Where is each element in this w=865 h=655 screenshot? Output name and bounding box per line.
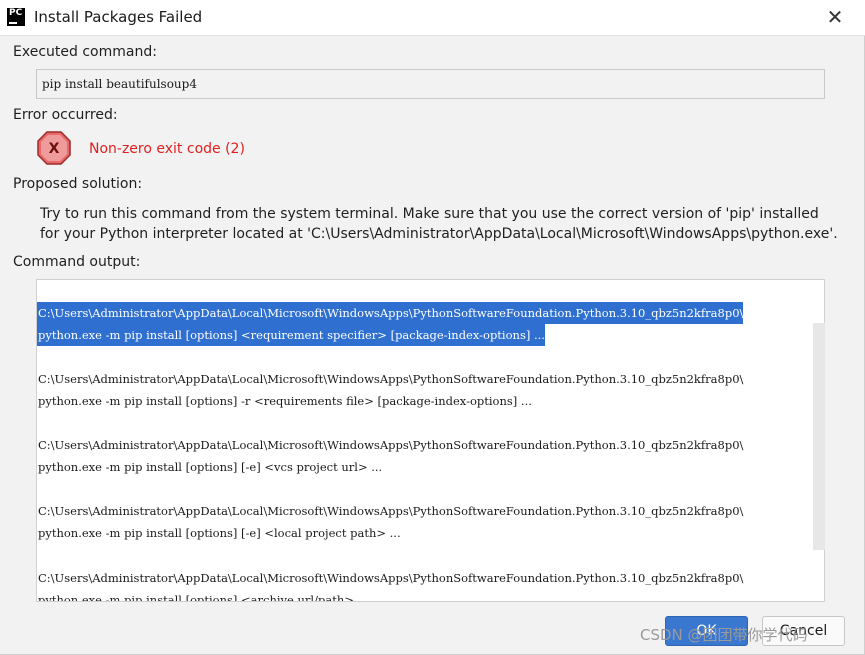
output-line[interactable]: C:\Users\Administrator\AppData\Local\Mic… [37, 302, 744, 324]
output-line[interactable]: python.exe -m pip install [options] <req… [37, 324, 545, 346]
error-icon-glyph: X [49, 141, 60, 157]
title-bar: PC Install Packages Failed ✕ [0, 0, 865, 36]
output-line[interactable]: C:\Users\Administrator\AppData\Local\Mic… [37, 567, 743, 589]
output-line[interactable]: python.exe -m pip install [options] <arc… [37, 589, 368, 601]
command-output-area[interactable]: C:\Users\Administrator\AppData\Local\Mic… [36, 279, 825, 602]
proposed-solution-label: Proposed solution: [13, 176, 143, 192]
app-icon-label: PC [9, 8, 23, 18]
output-line[interactable]: python.exe -m pip install [options] [-e]… [37, 522, 401, 544]
executed-command-field[interactable]: pip install beautifulsoup4 [36, 69, 825, 99]
output-line[interactable]: python.exe -m pip install [options] [-e]… [37, 456, 382, 478]
dialog-title: Install Packages Failed [34, 8, 203, 26]
error-message: Non-zero exit code (2) [89, 141, 245, 157]
command-output-label: Command output: [13, 254, 141, 270]
proposed-solution-text: Try to run this command from the system … [40, 206, 838, 242]
executed-command-label: Executed command: [13, 44, 157, 60]
output-line[interactable]: C:\Users\Administrator\AppData\Local\Mic… [37, 368, 743, 390]
pycharm-app-icon: PC [7, 8, 25, 26]
output-line[interactable]: C:\Users\Administrator\AppData\Local\Mic… [37, 500, 743, 522]
error-icon: X [37, 131, 71, 165]
close-icon: ✕ [826, 5, 844, 29]
close-button[interactable]: ✕ [824, 6, 846, 28]
output-scrollbar[interactable] [813, 323, 825, 550]
output-line[interactable]: C:\Users\Administrator\AppData\Local\Mic… [37, 434, 743, 456]
output-line[interactable]: python.exe -m pip install [options] -r <… [37, 390, 532, 412]
error-occurred-label: Error occurred: [13, 107, 118, 123]
install-packages-failed-dialog: PC Install Packages Failed ✕ Executed co… [0, 0, 865, 655]
csdn-watermark: CSDN @团团带你学代码 [640, 626, 808, 644]
